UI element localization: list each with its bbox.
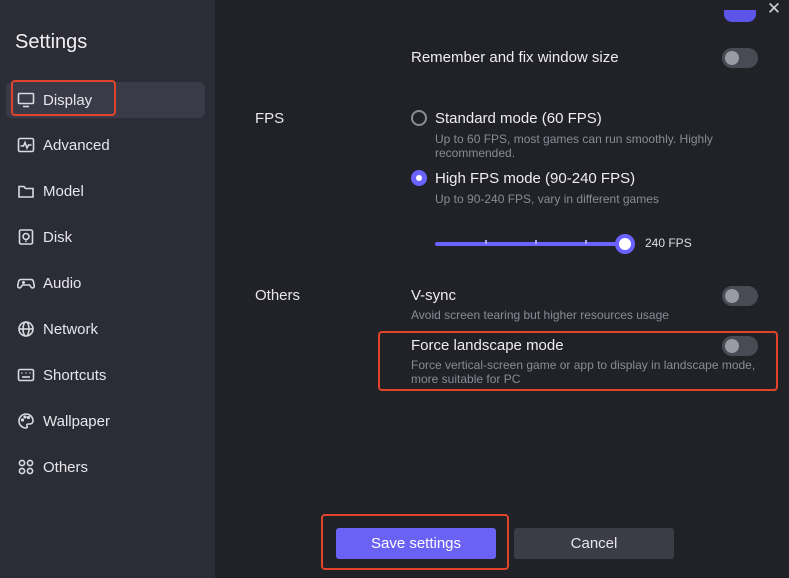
gamepad-icon: [16, 274, 35, 293]
globe-icon: [16, 320, 35, 339]
fps-slider-tick: [535, 240, 537, 244]
folder-icon: [16, 182, 35, 201]
sidebar-item-label: Advanced: [43, 136, 110, 154]
sidebar-item-label: Audio: [43, 274, 82, 292]
sidebar-title: Settings: [15, 31, 88, 53]
vsync-toggle[interactable]: [722, 286, 758, 306]
sidebar-item-model[interactable]: Model: [6, 173, 205, 209]
sidebar-item-network[interactable]: Network: [6, 311, 205, 347]
save-settings-button[interactable]: Save settings: [336, 528, 496, 559]
force-landscape-toggle[interactable]: [722, 336, 758, 356]
high-fps-mode-radio[interactable]: [411, 170, 427, 186]
fps-slider-value: 240 FPS: [645, 236, 692, 250]
force-landscape-label: Force landscape mode: [411, 337, 564, 354]
monitor-icon: [16, 91, 35, 110]
sidebar-item-label: Model: [43, 182, 84, 200]
fps-slider-track[interactable]: [435, 242, 625, 246]
standard-mode-desc: Up to 60 FPS, most games can run smoothl…: [435, 132, 713, 160]
sidebar-item-label: Disk: [43, 228, 73, 246]
settings-sidebar: Settings Display Advanced Model Disk Aud…: [0, 0, 215, 578]
others-section-label: Others: [255, 287, 301, 304]
standard-mode-label: Standard mode (60 FPS): [435, 110, 602, 127]
fps-slider-tick: [585, 240, 587, 244]
cancel-button[interactable]: Cancel: [514, 528, 674, 559]
pulse-icon: [16, 136, 35, 155]
sidebar-item-display[interactable]: Display: [6, 82, 205, 118]
fps-section-label: FPS: [255, 110, 285, 127]
fps-slider-tick: [485, 240, 487, 244]
sidebar-item-shortcuts[interactable]: Shortcuts: [6, 357, 205, 393]
scrolled-toggle-peek: [724, 10, 756, 22]
high-fps-mode-desc: Up to 90-240 FPS, vary in different game…: [435, 192, 659, 206]
sidebar-item-label: Shortcuts: [43, 366, 107, 384]
disk-icon: [16, 228, 35, 247]
palette-icon: [16, 412, 35, 431]
fps-slider-handle[interactable]: [615, 234, 635, 254]
sidebar-item-others[interactable]: Others: [6, 449, 205, 485]
force-landscape-desc: Force vertical-screen game or app to dis…: [411, 358, 756, 386]
grid-icon: [16, 458, 35, 477]
sidebar-item-disk[interactable]: Disk: [6, 219, 205, 255]
sidebar-item-label: Wallpaper: [43, 412, 110, 430]
sidebar-item-label: Others: [43, 458, 89, 476]
sidebar-item-advanced[interactable]: Advanced: [6, 127, 205, 163]
sidebar-item-audio[interactable]: Audio: [6, 265, 205, 301]
high-fps-mode-label: High FPS mode (90-240 FPS): [435, 170, 636, 187]
sidebar-item-wallpaper[interactable]: Wallpaper: [6, 403, 205, 439]
vsync-desc: Avoid screen tearing but higher resource…: [411, 308, 669, 322]
remember-window-toggle[interactable]: [722, 48, 758, 68]
close-icon[interactable]: ✕: [765, 0, 783, 18]
sidebar-item-label: Display: [43, 91, 93, 109]
vsync-label: V-sync: [411, 287, 457, 304]
keyboard-icon: [16, 366, 35, 385]
remember-window-label: Remember and fix window size: [411, 49, 619, 66]
standard-mode-radio[interactable]: [411, 110, 427, 126]
sidebar-item-label: Network: [43, 320, 99, 338]
